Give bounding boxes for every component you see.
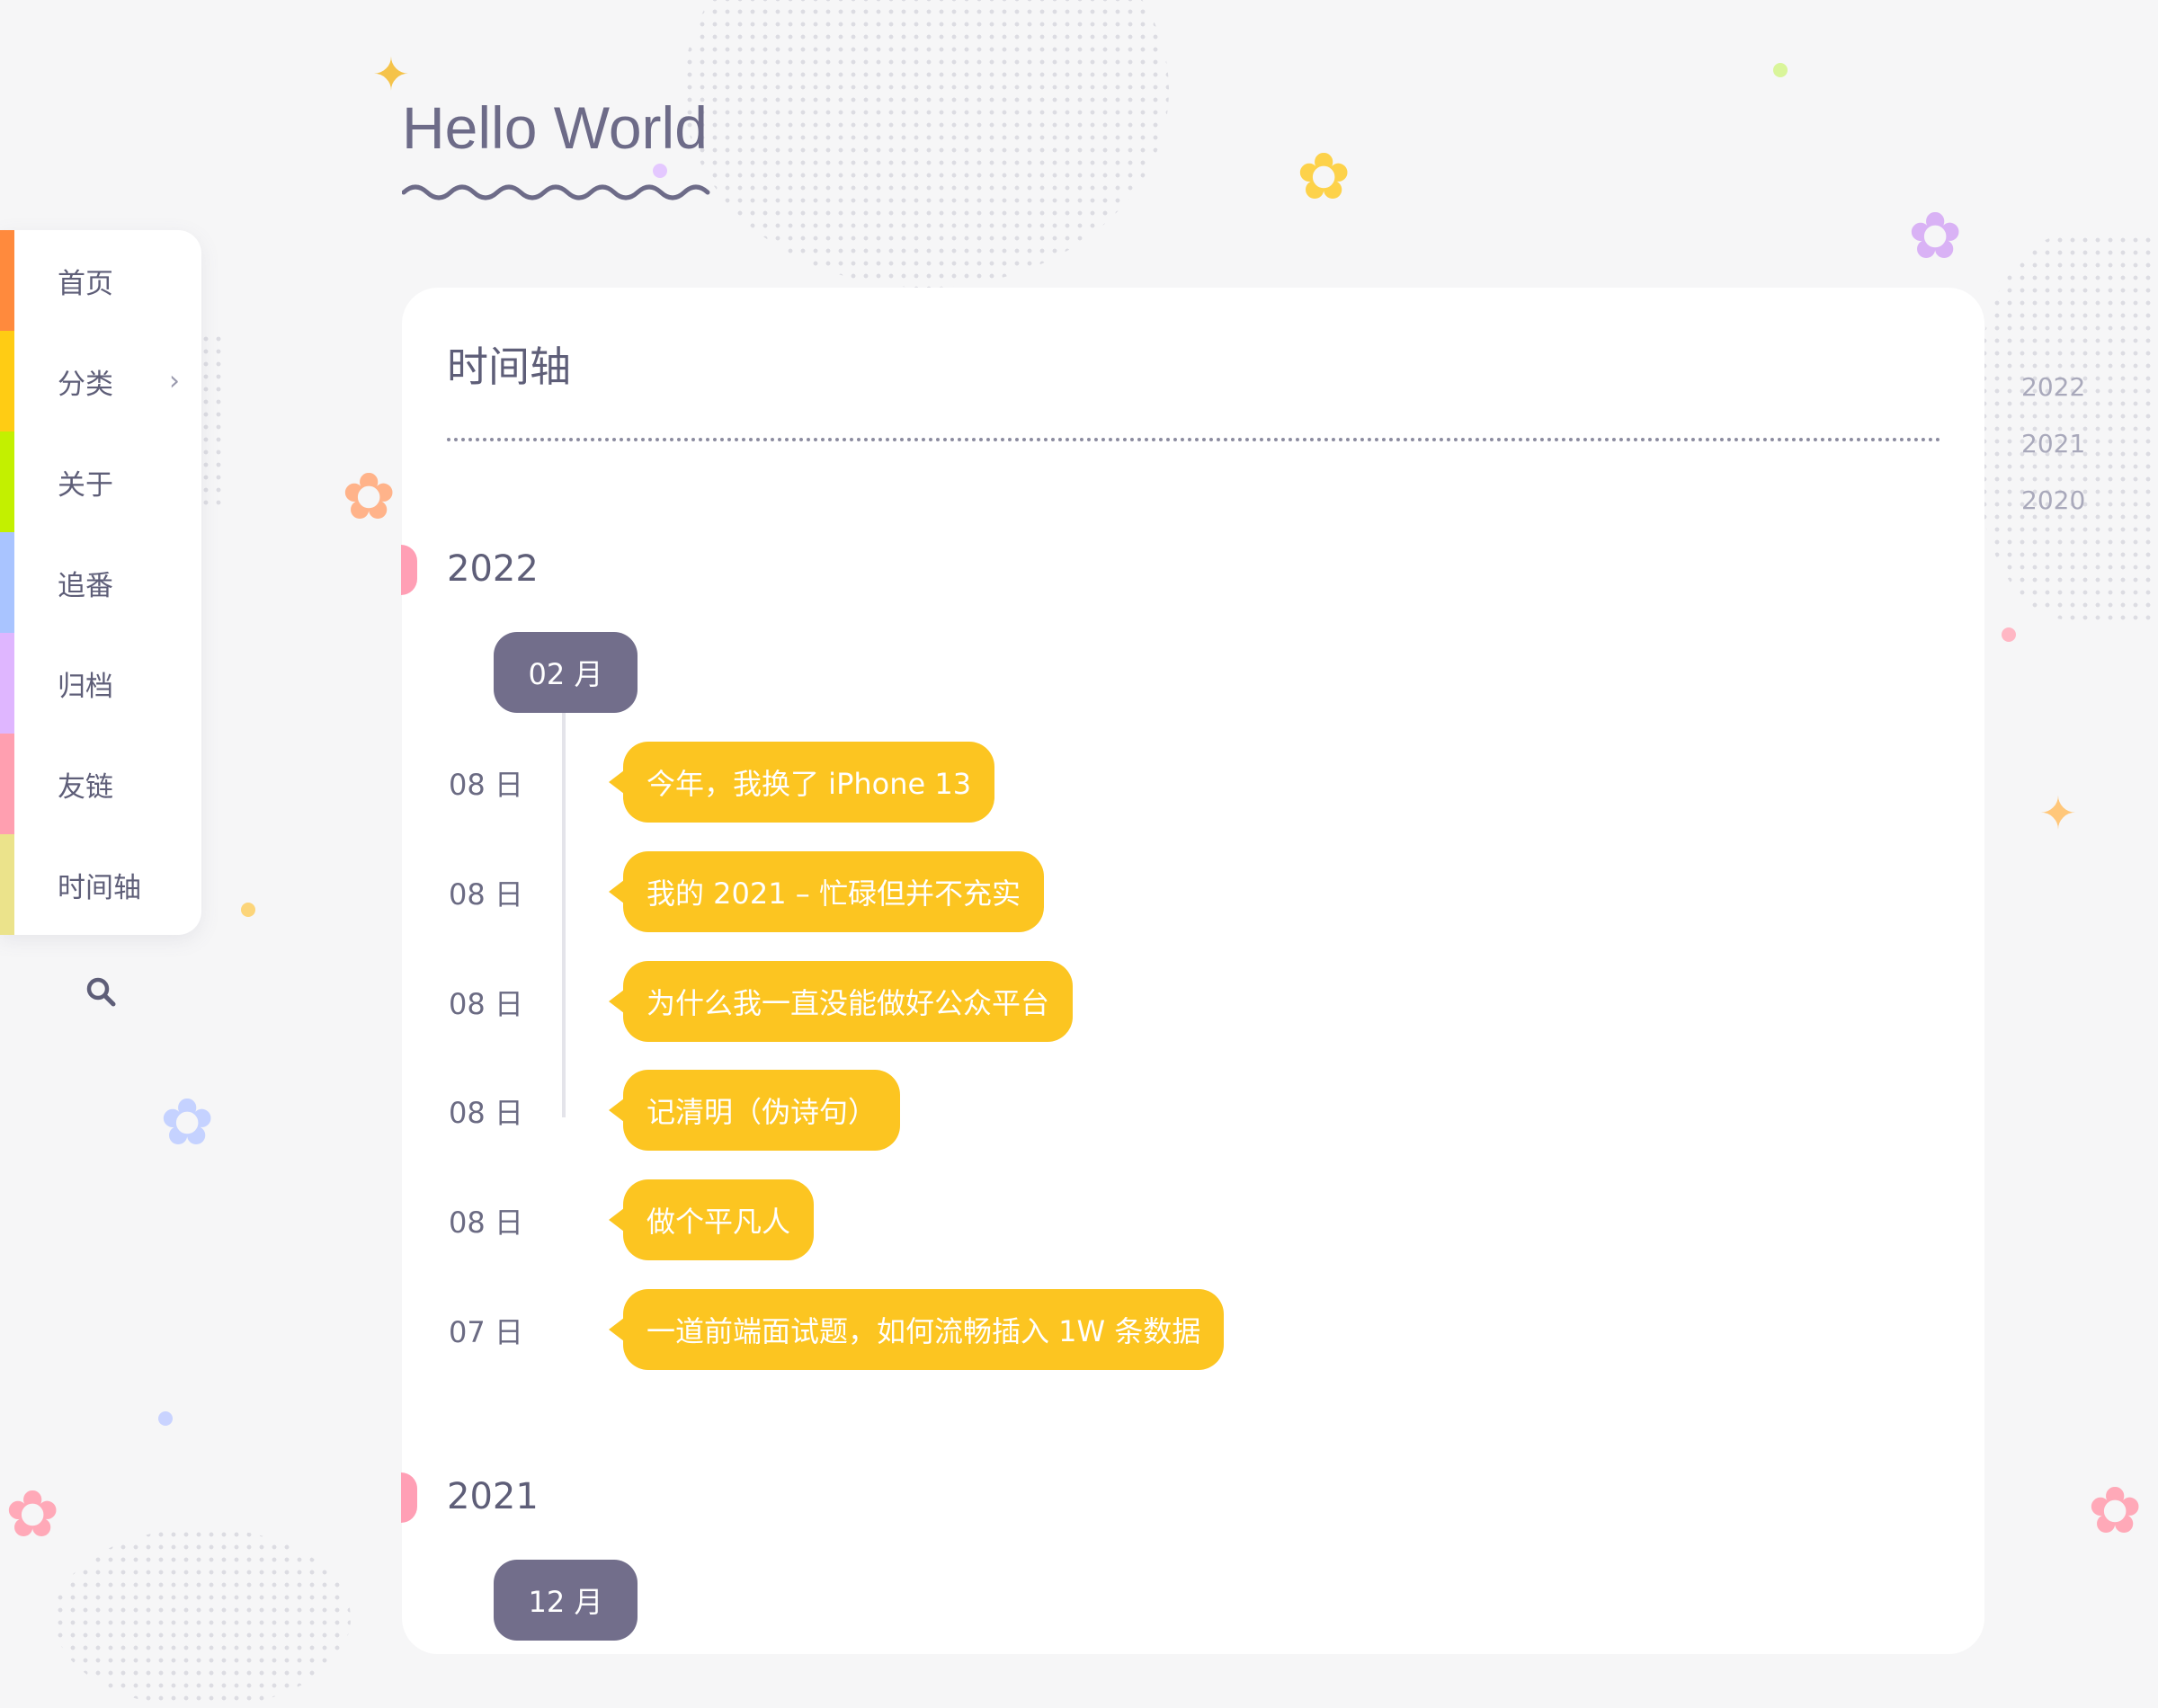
post-day: 08 日 <box>449 987 523 1021</box>
sidebar-item-timeline[interactable]: 时间轴 <box>0 834 201 935</box>
sidebar-item-about[interactable]: 关于 <box>0 431 201 532</box>
year-marker <box>401 1472 417 1523</box>
nav-color-bar <box>0 532 14 633</box>
nav-color-bar <box>0 734 14 834</box>
timeline-card: 时间轴 2022 02 月 08 日 今年，我换了 iPhone 13 08 日… <box>401 288 1984 1654</box>
dot-pattern-decoration <box>683 0 1169 288</box>
flower-decoration-icon: ✿ <box>1297 138 1351 214</box>
dot-decoration <box>1773 63 1788 77</box>
sidebar-item-label: 首页 <box>58 267 113 300</box>
year-index-link[interactable]: 2020 <box>2021 485 2085 542</box>
nav-color-bar <box>0 633 14 734</box>
sidebar-item-friends[interactable]: 友链 <box>0 734 201 834</box>
dot-pattern-decoration <box>54 1528 351 1708</box>
post-day: 07 日 <box>449 1315 523 1349</box>
sparkle-decoration-icon: ✦ <box>2039 787 2077 840</box>
year-heading: 2022 <box>447 548 539 590</box>
nav-color-bar <box>0 331 14 431</box>
search-icon[interactable] <box>85 975 117 1008</box>
sidebar-item-label: 关于 <box>58 468 113 502</box>
sidebar-nav: 首页 分类 › 关于 追番 归档 友链 时间轴 <box>0 230 201 935</box>
sidebar-item-home[interactable]: 首页 <box>0 230 201 331</box>
flower-decoration-icon: ✿ <box>160 1084 215 1160</box>
nav-color-bar <box>0 230 14 331</box>
post-day: 08 日 <box>449 1096 523 1130</box>
post-day: 08 日 <box>449 877 523 912</box>
flower-decoration-icon: ✿ <box>5 1476 60 1552</box>
page-title: 时间轴 <box>447 342 571 391</box>
sidebar-item-label: 友链 <box>58 770 113 804</box>
nav-color-bar <box>0 431 14 532</box>
post-link[interactable]: 我的 2021 – 忙碌但并不充实 <box>623 851 1044 932</box>
post-link[interactable]: 做个平凡人 <box>623 1179 815 1260</box>
title-divider <box>447 438 1941 441</box>
month-pill[interactable]: 12 月 <box>494 1560 638 1641</box>
timeline-line <box>562 713 566 1117</box>
post-link[interactable]: 一道前端面试题，如何流畅插入 1W 条数据 <box>623 1289 1225 1370</box>
dot-decoration <box>158 1411 173 1426</box>
post-day: 08 日 <box>449 1205 523 1240</box>
title-wave-underline <box>402 184 710 200</box>
sidebar-item-label: 分类 <box>58 368 113 401</box>
post-link[interactable]: 为什么我一直没能做好公众平台 <box>623 961 1074 1042</box>
site-title[interactable]: Hello World <box>402 93 708 162</box>
sidebar-item-categories[interactable]: 分类 › <box>0 331 201 431</box>
post-day: 08 日 <box>449 768 523 802</box>
year-heading: 2021 <box>447 1476 539 1517</box>
post-link[interactable]: 今年，我换了 iPhone 13 <box>623 742 995 823</box>
sidebar-item-archive[interactable]: 归档 <box>0 633 201 734</box>
sidebar-item-label: 追番 <box>58 569 113 602</box>
dot-decoration <box>2002 627 2016 642</box>
sidebar-item-anime[interactable]: 追番 <box>0 532 201 633</box>
dot-decoration <box>241 903 255 917</box>
flower-decoration-icon: ✿ <box>1908 198 1963 273</box>
year-marker <box>401 545 417 595</box>
year-index-link[interactable]: 2022 <box>2021 372 2085 429</box>
sidebar-item-label: 归档 <box>58 670 113 703</box>
dot-decoration <box>653 164 667 178</box>
year-index: 2022 2021 2020 <box>2021 372 2085 542</box>
sidebar-item-label: 时间轴 <box>58 871 141 904</box>
nav-color-bar <box>0 834 14 935</box>
chevron-right-icon: › <box>169 365 180 397</box>
flower-decoration-icon: ✿ <box>342 458 397 534</box>
post-link[interactable]: 记清明（伪诗句） <box>623 1070 901 1151</box>
flower-decoration-icon: ✿ <box>2088 1472 2143 1548</box>
month-pill[interactable]: 02 月 <box>494 632 638 713</box>
year-index-link[interactable]: 2021 <box>2021 429 2085 485</box>
sparkle-decoration-icon: ✦ <box>372 49 410 101</box>
